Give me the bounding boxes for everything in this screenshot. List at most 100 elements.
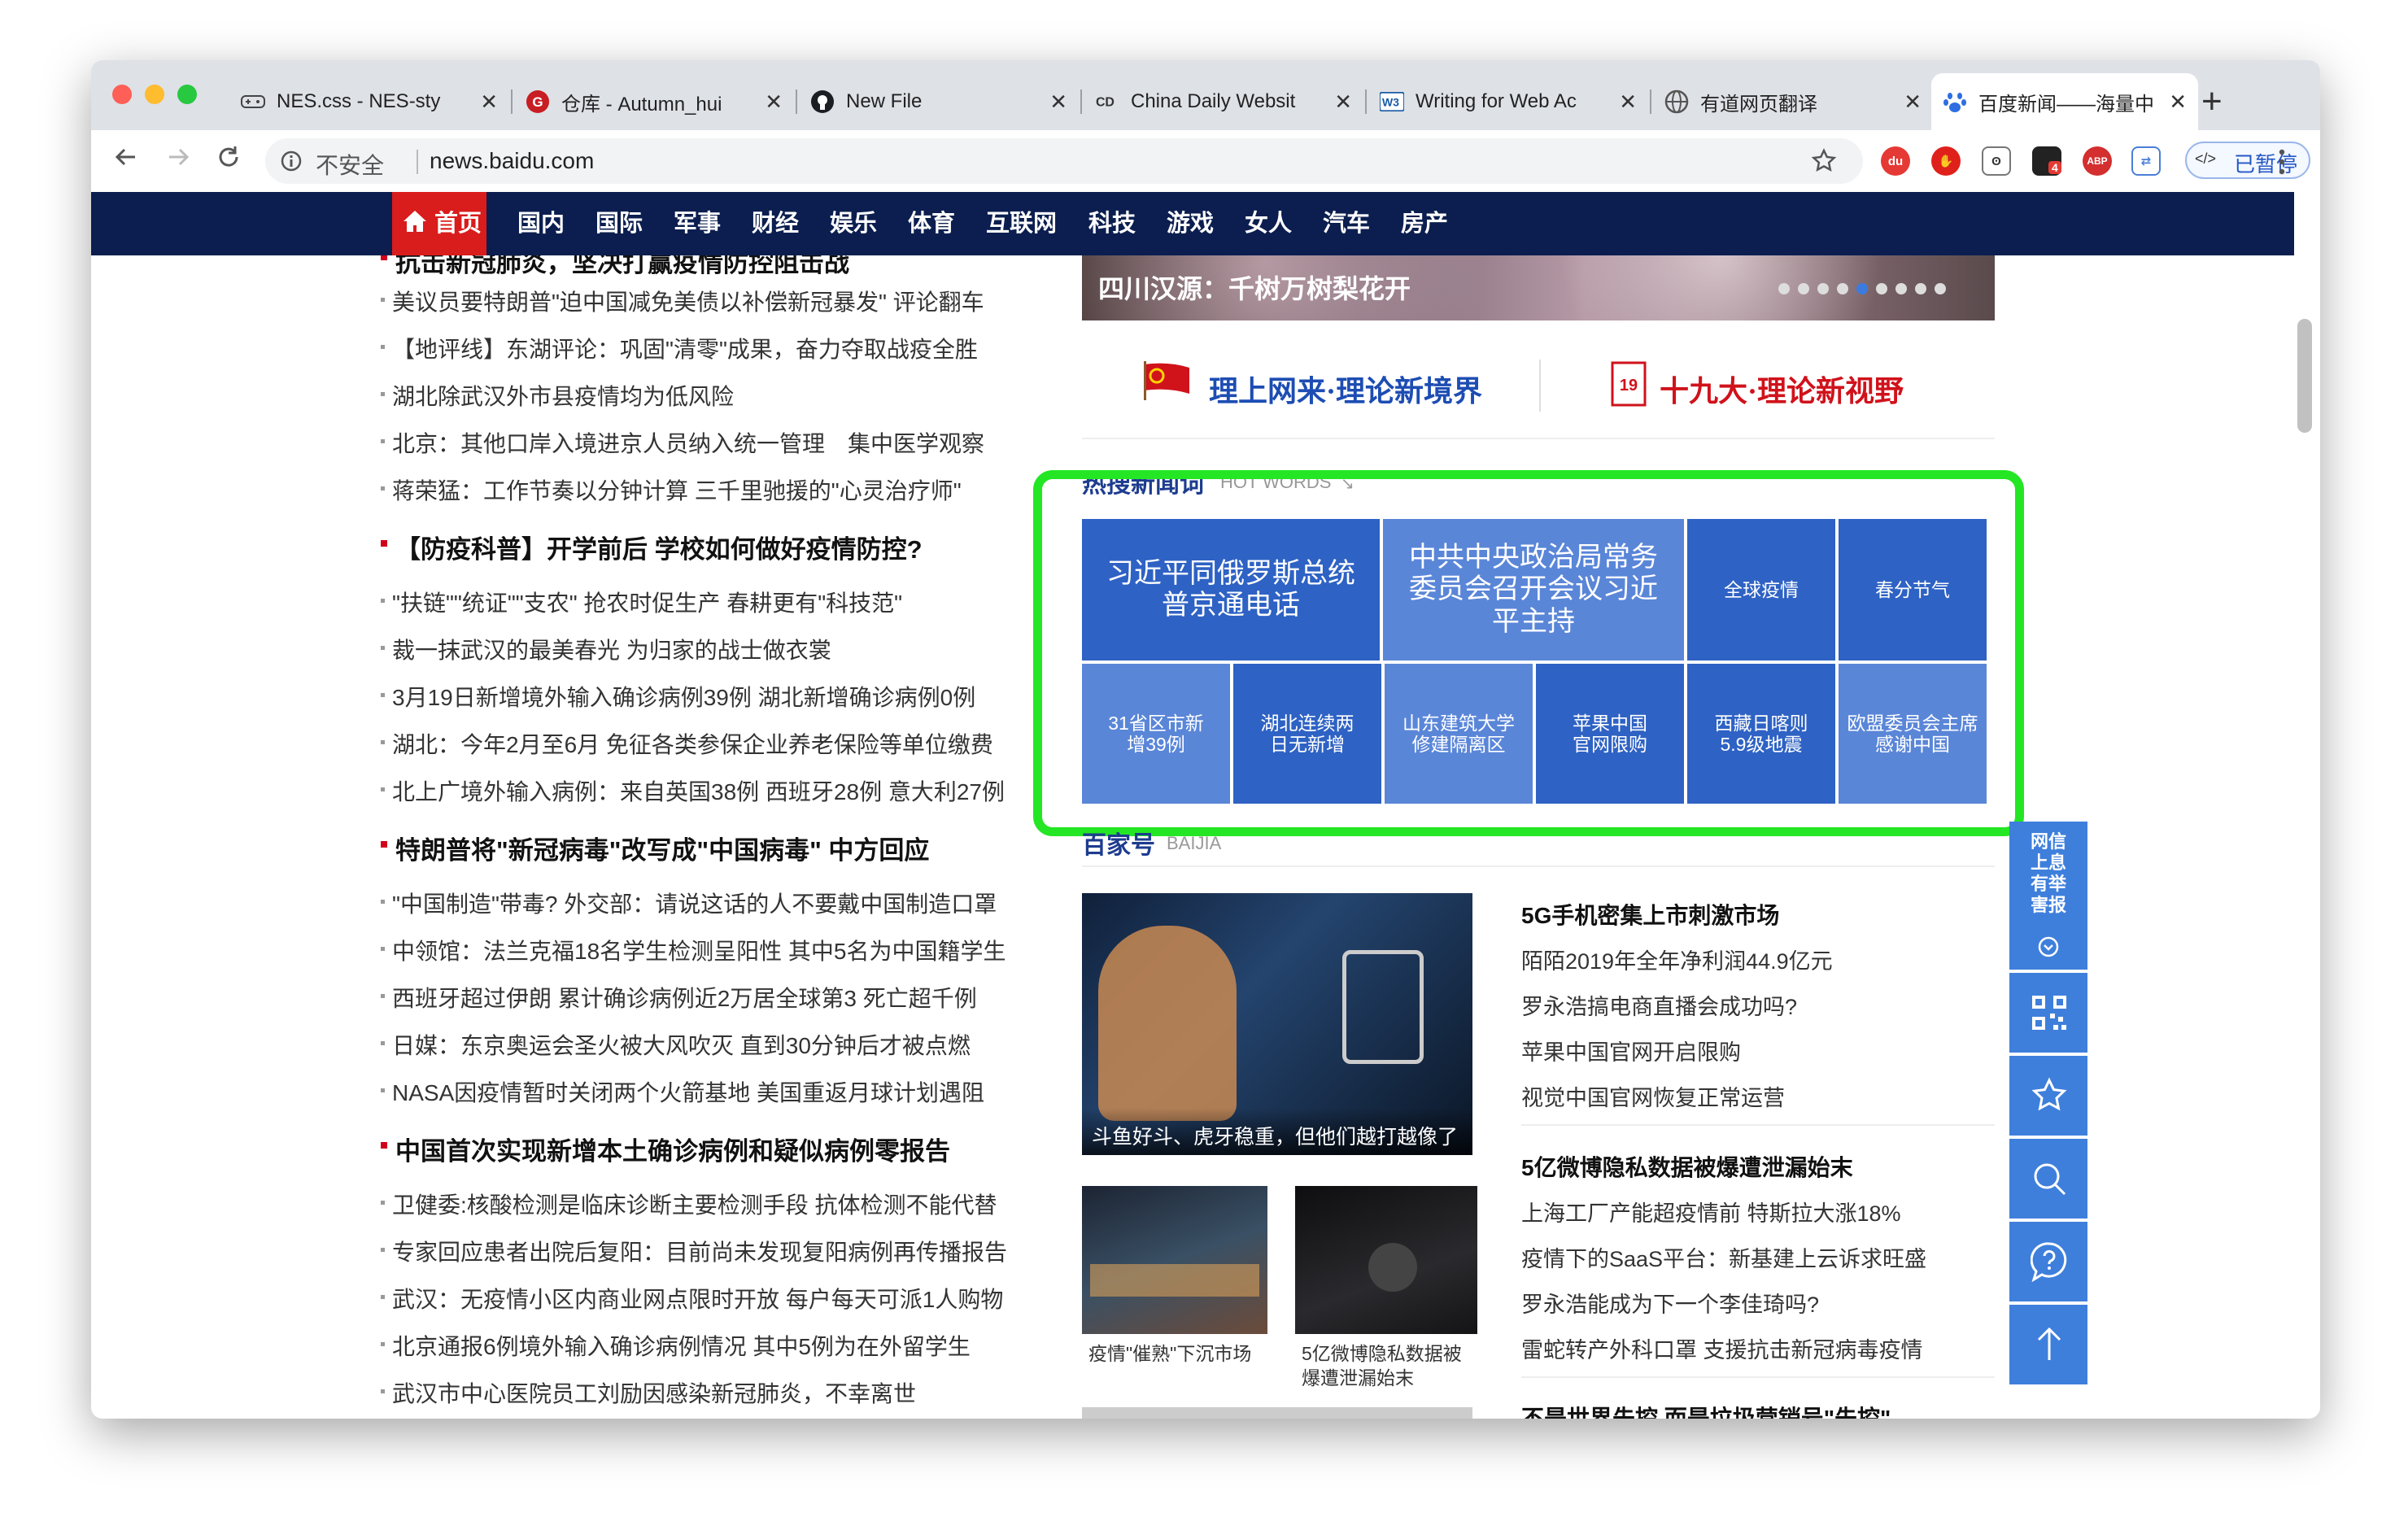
nav-item[interactable]: 娱乐 [830,192,877,255]
baijia-thumb-image[interactable] [1082,1186,1267,1334]
home-icon [402,208,428,238]
baijia-link[interactable]: 陌陌2019年全年净利润44.9亿元 [1521,944,1833,975]
baijia-headline[interactable]: 5亿微博隐私数据被爆遭泄漏始末 [1521,1150,1853,1183]
report-button[interactable]: 网信上息有举害报 [2009,822,2087,970]
baijia-link[interactable]: 罗永浩能成为下一个李佳琦吗? [1521,1287,1819,1319]
headline-link[interactable]: 【防疫科普】开学前后 学校如何做好疫情防控? [381,529,923,565]
news-link[interactable]: 【地评线】东湖评论：巩固"清零"成果，奋力夺取战疫全胜 [381,332,978,364]
feedback-button[interactable] [2009,1222,2087,1301]
nav-item[interactable]: 国内 [517,192,565,255]
nav-item[interactable]: 互联网 [986,192,1057,255]
svg-text:W3: W3 [1382,96,1399,109]
nav-item[interactable]: 体育 [908,192,955,255]
close-tab-icon[interactable]: ✕ [765,89,783,115]
news-link[interactable]: 北京：其他口岸入境进京人员纳入统一管理 集中医学观察 [380,426,984,459]
close-tab-icon[interactable]: ✕ [1904,89,1922,115]
thumb-caption[interactable]: 疫情"催熟"下沉市场 [1088,1342,1259,1367]
news-link[interactable]: 专家回应患者出院后复阳：目前尚未发现复阳病例再传播报告 [380,1235,1007,1267]
close-tab-icon[interactable]: ✕ [2169,89,2187,115]
slider-dots[interactable] [1778,283,1946,294]
news-link[interactable]: NASA因疫情暂时关闭两个火箭基地 美国重返月球计划遇阻 [380,1075,984,1108]
new-tab-button[interactable]: + [2201,81,2223,122]
baijia-headline[interactable]: 5G手机密集上市刺激市场 [1521,898,1779,931]
close-tab-icon[interactable]: ✕ [1049,89,1067,115]
kebab-menu-icon[interactable] [2278,148,2286,180]
forward-icon[interactable] [164,143,192,178]
minimize-window-button[interactable] [145,85,164,104]
close-tab-icon[interactable]: ✕ [1334,89,1352,115]
tab-writing-for-web[interactable]: W3 Writing for Web Ac ✕ [1368,73,1648,130]
close-tab-icon[interactable]: ✕ [480,89,498,115]
headline-link[interactable]: 特朗普将"新冠病毒"改写成"中国病毒" 中方回应 [380,830,929,866]
close-window-button[interactable] [112,85,132,104]
counter-extension-icon[interactable]: 4 [2032,146,2061,176]
nav-item[interactable]: 房产 [1401,192,1448,255]
browser-window: NES.css - NES-sty ✕ G 仓库 - Autumn_hui ✕ … [91,60,2320,1419]
search-button[interactable] [2009,1139,2087,1219]
news-link[interactable]: 武汉：无疫情小区内商业网点限时开放 每户每天可派1人购物 [380,1282,1003,1314]
news-link[interactable]: 3月19日新增境外输入确诊病例39例 湖北新增确诊病例0例 [380,680,975,713]
baijia-thumb-image[interactable] [1295,1186,1477,1334]
news-link[interactable]: 北京通报6例境外输入确诊病例情况 其中5例为在外留学生 [381,1329,971,1362]
news-link[interactable]: 卫健委:核酸检测是临床诊断主要检测手段 抗体检测不能代替 [381,1188,997,1220]
nav-item[interactable]: 游戏 [1167,192,1214,255]
nav-item[interactable]: 军事 [674,192,721,255]
tab-new-file[interactable]: New File ✕ [799,73,1079,130]
tab-gitee[interactable]: G 仓库 - Autumn_hui ✕ [514,73,794,130]
tab-nes-css[interactable]: NES.css - NES-sty ✕ [229,73,509,130]
news-link[interactable]: 湖北：今年2月至6月 免征各类参保企业养老保险等单位缴费 [381,727,993,760]
baijia-feature-image[interactable]: 斗鱼好斗、虎牙稳重，但他们越打越像了 [1082,893,1472,1155]
theory-banner-left[interactable]: 理上网来·理论新境界 [1141,356,1596,413]
paused-sync-button[interactable]: </> 已暂停 [2185,142,2310,179]
nav-home[interactable]: 首页 [392,192,486,255]
news-link[interactable]: 中领馆：法兰克福18名学生检测呈阳性 其中5名为中国籍学生 [381,934,1006,966]
url-text[interactable]: news.baidu.com [430,148,594,174]
owl-extension-icon[interactable]: ʘ [1982,146,2011,176]
baidu-paw-icon [1943,89,1967,114]
news-link[interactable]: 日媒：东京奥运会圣火被大风吹灭 直到30分钟后才被点燃 [381,1028,971,1061]
news-link[interactable]: 北上广境外输入病例：来自英国38例 西班牙28例 意大利27例 [381,774,1005,807]
bookmark-star-icon[interactable] [1811,148,1837,178]
theory-banner-right[interactable]: 19 十九大·理论新视野 [1611,356,1985,413]
baijia-link[interactable]: 苹果中国官网开启限购 [1521,1035,1741,1066]
news-link[interactable]: 蒋荣猛：工作节奏以分钟计算 三千里驰援的"心灵治疗师" [381,473,962,506]
news-link[interactable]: 美议员要特朗普"迫中国减免美债以补偿新冠暴发" 评论翻车 [381,285,984,317]
browser-toolbar: 不安全 news.baidu.com du ✋ ʘ 4 ABP ⇄ </> 已暂… [91,130,2320,194]
news-link[interactable]: 裁一抹武汉的最美春光 为归家的战士做衣裳 [381,633,831,665]
baijia-link[interactable]: 视觉中国官网恢复正常运营 [1521,1080,1785,1112]
nav-item[interactable]: 汽车 [1323,192,1370,255]
baijia-link[interactable]: 上海工厂产能超疫情前 特斯拉大涨18% [1521,1196,1901,1227]
baijia-link[interactable]: 雷蛇转产外科口罩 支援抗击新冠病毒疫情 [1521,1332,1923,1364]
news-link[interactable]: "中国制造"带毒? 外交部：请说这话的人不要戴中国制造口罩 [380,887,997,919]
reload-icon[interactable] [215,143,242,178]
close-tab-icon[interactable]: ✕ [1619,89,1637,115]
nav-item[interactable]: 财经 [752,192,799,255]
nav-item[interactable]: 女人 [1245,192,1292,255]
maximize-window-button[interactable] [177,85,197,104]
baijia-link[interactable]: 疫情下的SaaS平台：新基建上云诉求旺盛 [1521,1241,1926,1273]
red-shield-extension-icon[interactable]: ✋ [1931,146,1961,176]
address-bar[interactable]: 不安全 news.baidu.com [265,138,1863,184]
thumb-caption[interactable]: 5亿微博隐私数据被爆遭泄漏始末 [1302,1342,1472,1391]
back-to-top-button[interactable] [2009,1305,2087,1384]
tab-china-daily[interactable]: CD China Daily Websit ✕ [1084,73,1363,130]
baijia-link[interactable]: 罗永浩搞电商直播会成功吗? [1521,989,1797,1021]
headline-link[interactable]: 中国首次实现新增本土确诊病例和疑似病例零报告 [381,1131,950,1167]
adblock-plus-icon[interactable]: ABP [2083,146,2112,176]
info-icon[interactable] [280,150,303,177]
tab-youdao[interactable]: 有道网页翻译 ✕ [1653,73,1933,130]
favorite-button[interactable] [2009,1056,2087,1136]
translate-extension-icon[interactable]: ⇄ [2131,146,2161,176]
qr-code-button[interactable] [2009,973,2087,1053]
scrollbar-thumb[interactable] [2297,319,2312,433]
news-link[interactable]: 湖北除武汉外市县疫情均为低风险 [380,379,734,412]
baijia-headline[interactable]: 不是世界先控 而是垃圾营销号"先控" [1521,1401,1891,1419]
du-extension-icon[interactable]: du [1881,146,1910,176]
news-link[interactable]: "扶链""统证""支农" 抢农时促生产 春耕更有"科技范" [380,586,902,618]
nav-item[interactable]: 科技 [1088,192,1136,255]
news-link[interactable]: 武汉市中心医院员工刘励因感染新冠肺炎，不幸离世 [380,1376,916,1409]
news-link[interactable]: 西班牙超过伊朗 累计确诊病例近2万居全球第3 死亡超千例 [381,981,977,1014]
nav-item[interactable]: 国际 [595,192,643,255]
tab-baidu-news[interactable]: 百度新闻——海量中 ✕ [1931,73,2198,130]
back-icon[interactable] [112,143,140,178]
